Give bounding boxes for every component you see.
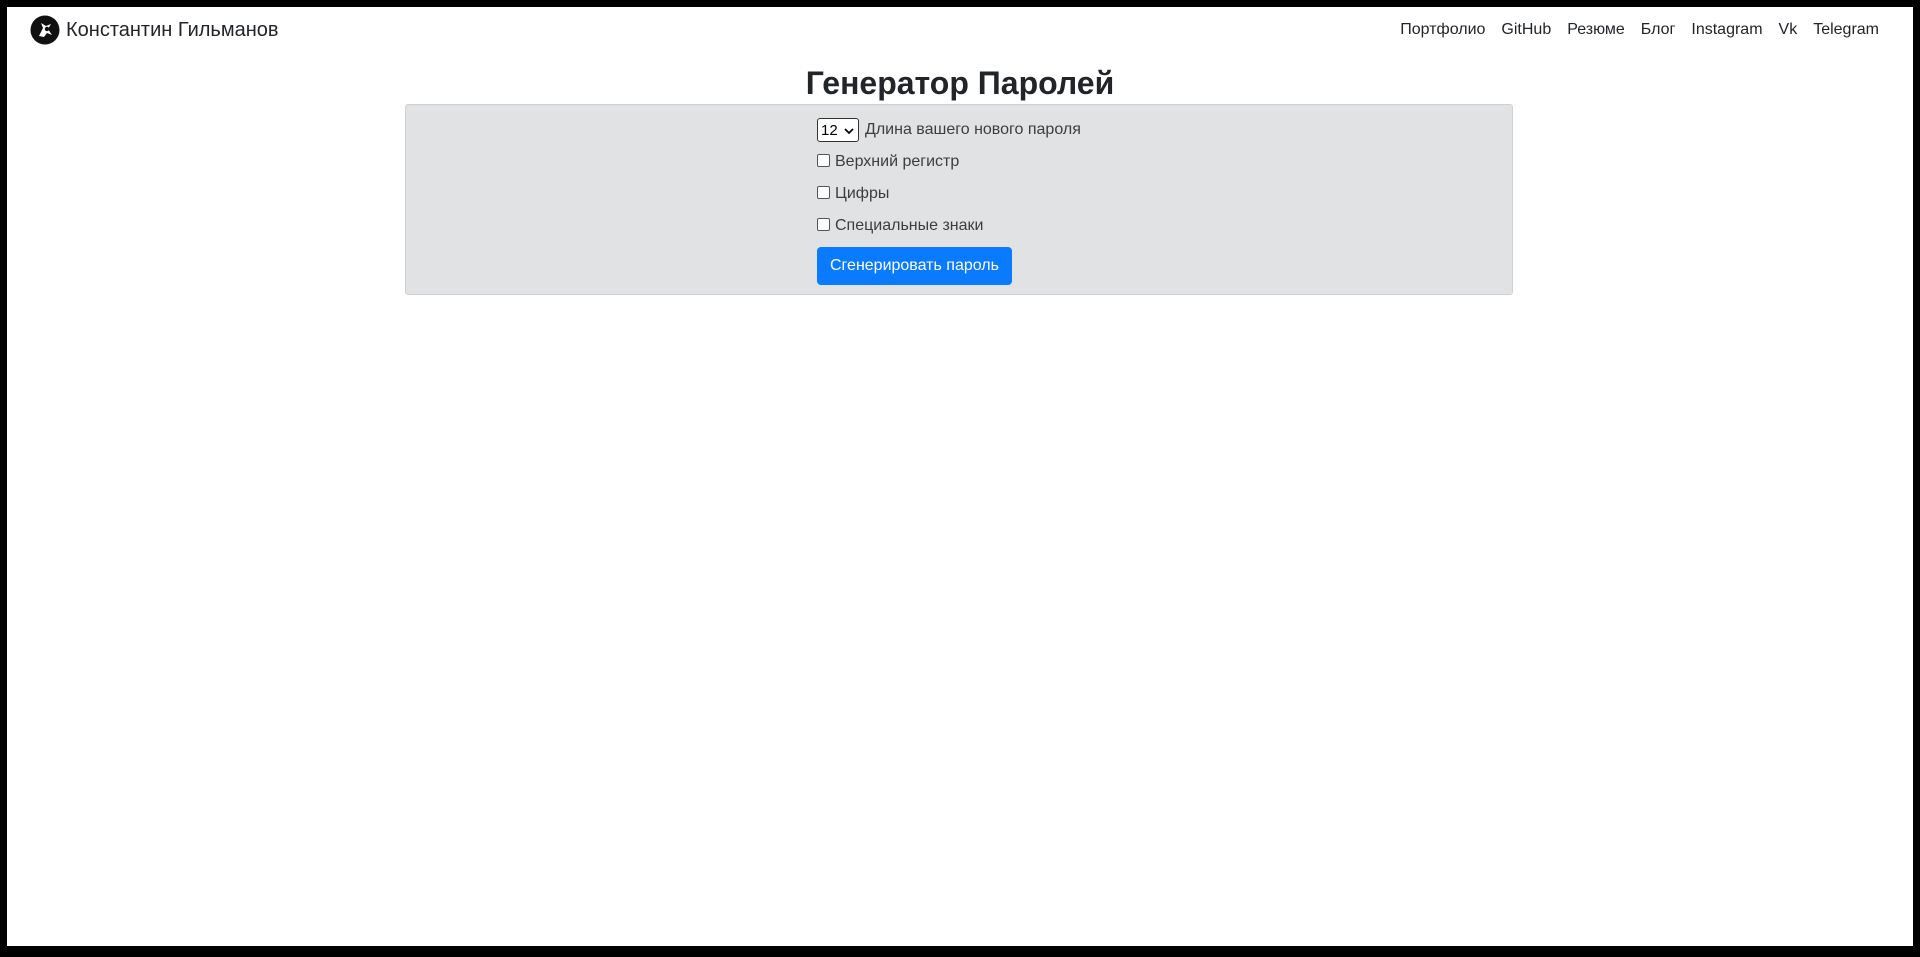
option-row-special: Специальные знаки [817, 213, 1081, 239]
digits-checkbox[interactable] [817, 185, 830, 199]
uppercase-label[interactable]: Верхний регистр [835, 153, 959, 171]
nav-link-instagram[interactable]: Instagram [1691, 21, 1762, 39]
password-generator-panel: 12 Длина вашего нового пароля Верхний ре… [405, 104, 1513, 295]
brand-name: Константин Гильманов [66, 18, 279, 41]
uppercase-checkbox[interactable] [817, 153, 830, 167]
nav-link-vk[interactable]: Vk [1779, 21, 1798, 39]
generate-password-button[interactable]: Сгенерировать пароль [817, 247, 1012, 285]
password-options-form: 12 Длина вашего нового пароля Верхний ре… [817, 117, 1081, 285]
nav-link-portfolio[interactable]: Портфолио [1400, 21, 1485, 39]
password-length-label: Длина вашего нового пароля [865, 121, 1081, 138]
special-chars-checkbox[interactable] [817, 217, 830, 231]
browser-viewport: Константин Гильманов Портфолио GitHub Ре… [7, 7, 1913, 946]
nav-links: Портфолио GitHub Резюме Блог Instagram V… [1384, 7, 1879, 53]
special-chars-label[interactable]: Специальные знаки [835, 217, 983, 235]
nav-link-resume[interactable]: Резюме [1567, 21, 1625, 39]
chevron-down-icon [843, 124, 855, 136]
page-title: Генератор Паролей [805, 65, 1115, 101]
password-length-value: 12 [821, 121, 838, 139]
nav-link-telegram[interactable]: Telegram [1813, 21, 1879, 39]
nav-link-github[interactable]: GitHub [1501, 21, 1551, 39]
option-row-digits: Цифры [817, 181, 1081, 207]
top-navbar: Константин Гильманов Портфолио GitHub Ре… [7, 7, 1913, 53]
brand-link[interactable]: Константин Гильманов [30, 15, 279, 45]
length-row: 12 Длина вашего нового пароля [817, 117, 1081, 143]
option-row-uppercase: Верхний регистр [817, 149, 1081, 175]
digits-label[interactable]: Цифры [835, 185, 889, 203]
password-length-select[interactable]: 12 [817, 118, 859, 142]
nav-link-blog[interactable]: Блог [1641, 21, 1676, 39]
brand-logo-icon [30, 15, 60, 45]
